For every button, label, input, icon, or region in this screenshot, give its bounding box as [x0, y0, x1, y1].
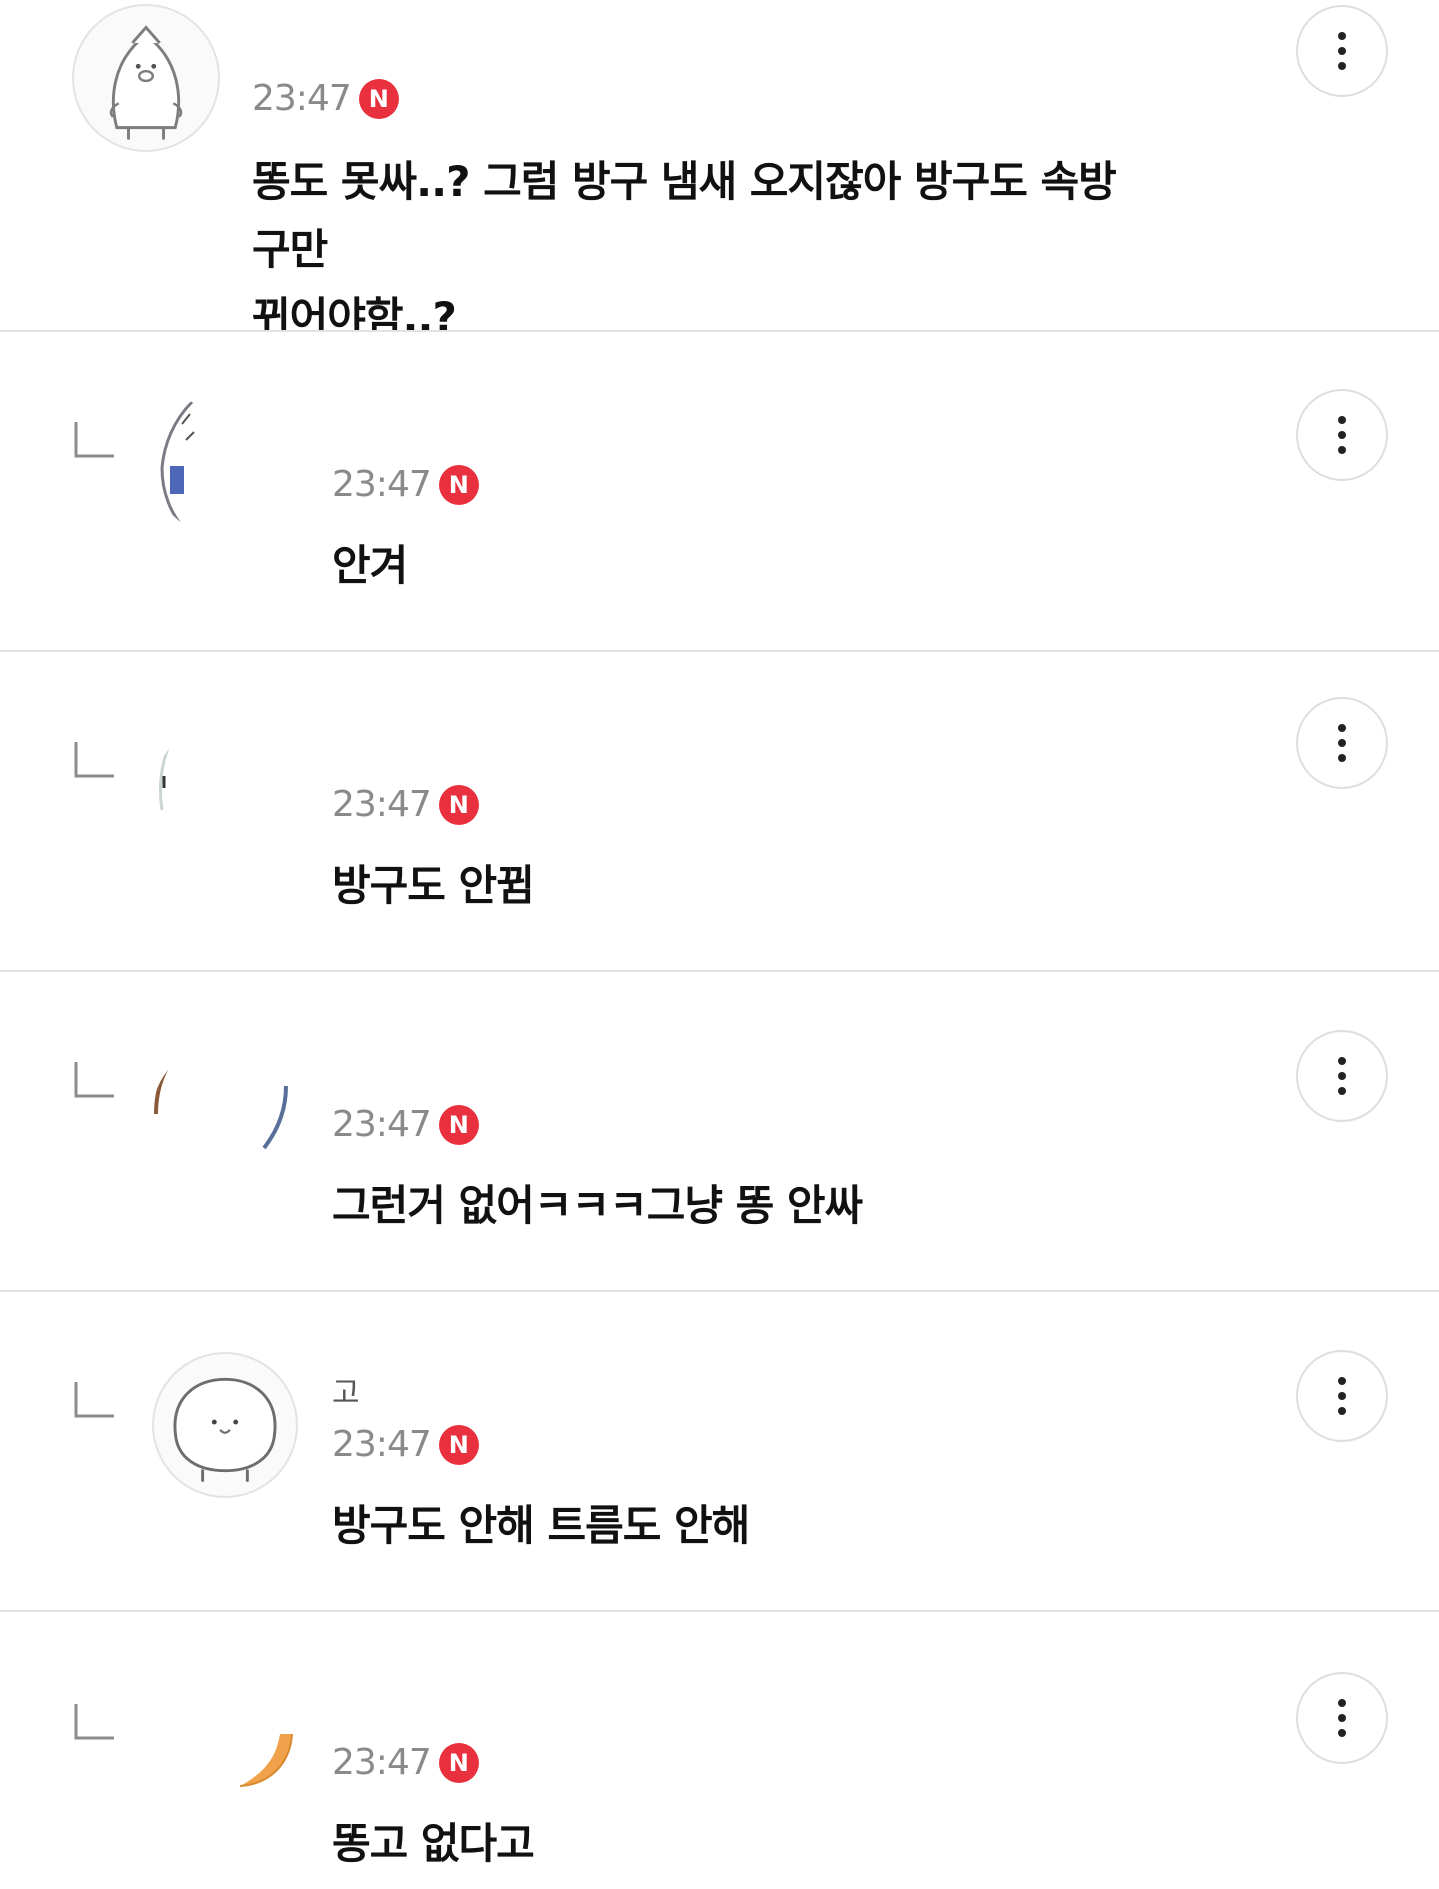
more-vertical-icon	[1338, 431, 1346, 439]
comment-text: 똥고 없다고	[332, 1819, 535, 1868]
comment-meta: 23:47 N	[332, 1104, 479, 1145]
blob-avatar-icon[interactable]	[152, 1352, 298, 1498]
more-vertical-icon	[1338, 724, 1346, 732]
reply-corner-icon	[74, 1062, 114, 1100]
new-badge: N	[438, 1742, 479, 1783]
new-badge: N	[438, 784, 479, 825]
reply-comment-item: 23:47 N 똥고 없다고	[0, 1612, 1439, 1889]
more-vertical-icon	[1338, 416, 1346, 424]
photo-avatar[interactable]	[152, 724, 294, 866]
reply-comment-item: 23:47 N 그런거 없어ㅋㅋㅋ그냥 똥 안싸	[0, 972, 1439, 1290]
more-options-button[interactable]	[1296, 389, 1388, 481]
reply-corner-icon	[74, 742, 114, 780]
comment-text: 안겨	[332, 541, 408, 590]
penguin-avatar-icon[interactable]	[72, 4, 220, 152]
comment-time: 23:47	[332, 1742, 432, 1783]
comment-meta: 23:47 N	[332, 1424, 479, 1465]
comment-text: 똥도 못싸..? 그럼 방구 냄새 오지잖아 방구도 속방구만 뀌어야함..?	[252, 157, 1117, 342]
comment-meta: 23:47 N	[332, 464, 479, 505]
comment-time: 23:47	[252, 78, 352, 119]
more-vertical-icon	[1338, 1699, 1346, 1707]
comment-meta: 23:47 N	[332, 1742, 479, 1783]
more-vertical-icon	[1338, 1407, 1346, 1415]
new-badge: N	[438, 464, 479, 505]
more-vertical-icon	[1338, 1392, 1346, 1400]
reply-corner-icon	[74, 1704, 114, 1742]
photo-avatar[interactable]	[152, 1664, 302, 1814]
more-vertical-icon	[1338, 1377, 1346, 1385]
comment-text: 방구도 안해 트름도 안해	[332, 1501, 750, 1550]
more-options-button[interactable]	[1296, 697, 1388, 789]
more-vertical-icon	[1338, 1072, 1346, 1080]
comment-text: 그런거 없어ㅋㅋㅋ그냥 똥 안싸	[332, 1181, 863, 1230]
reply-comment-item: 고 23:47 N 방구도 안해 트름도 안해	[0, 1292, 1439, 1610]
more-vertical-icon	[1338, 1057, 1346, 1065]
new-badge: N	[358, 78, 399, 119]
more-vertical-icon	[1338, 1714, 1346, 1722]
more-options-button[interactable]	[1296, 1030, 1388, 1122]
comment-meta: 23:47 N	[332, 784, 479, 825]
comment-time: 23:47	[332, 464, 432, 505]
reply-comment-item: 23:47 N 방구도 안뀜	[0, 652, 1439, 970]
comment-time: 23:47	[332, 784, 432, 825]
photo-avatar[interactable]	[152, 394, 294, 536]
more-vertical-icon	[1338, 47, 1346, 55]
reply-corner-icon	[74, 1382, 114, 1420]
more-vertical-icon	[1338, 32, 1346, 40]
new-badge: N	[438, 1424, 479, 1465]
comment-meta: 23:47 N	[252, 78, 399, 119]
more-options-button[interactable]	[1296, 1672, 1388, 1764]
more-vertical-icon	[1338, 1087, 1346, 1095]
comment-username[interactable]: 고	[332, 1368, 360, 1412]
more-vertical-icon	[1338, 739, 1346, 747]
more-vertical-icon	[1338, 446, 1346, 454]
comment-text: 방구도 안뀜	[332, 861, 535, 910]
more-vertical-icon	[1338, 754, 1346, 762]
comment-time: 23:47	[332, 1104, 432, 1145]
more-options-button[interactable]	[1296, 5, 1388, 97]
more-vertical-icon	[1338, 62, 1346, 70]
more-options-button[interactable]	[1296, 1350, 1388, 1442]
new-badge: N	[438, 1104, 479, 1145]
comment-item: 23:47 N 똥도 못싸..? 그럼 방구 냄새 오지잖아 방구도 속방구만 …	[0, 0, 1439, 342]
photo-avatar[interactable]	[152, 1044, 294, 1186]
reply-corner-icon	[74, 422, 114, 460]
more-vertical-icon	[1338, 1729, 1346, 1737]
reply-comment-item: 23:47 N 안겨	[0, 332, 1439, 650]
comment-time: 23:47	[332, 1424, 432, 1465]
